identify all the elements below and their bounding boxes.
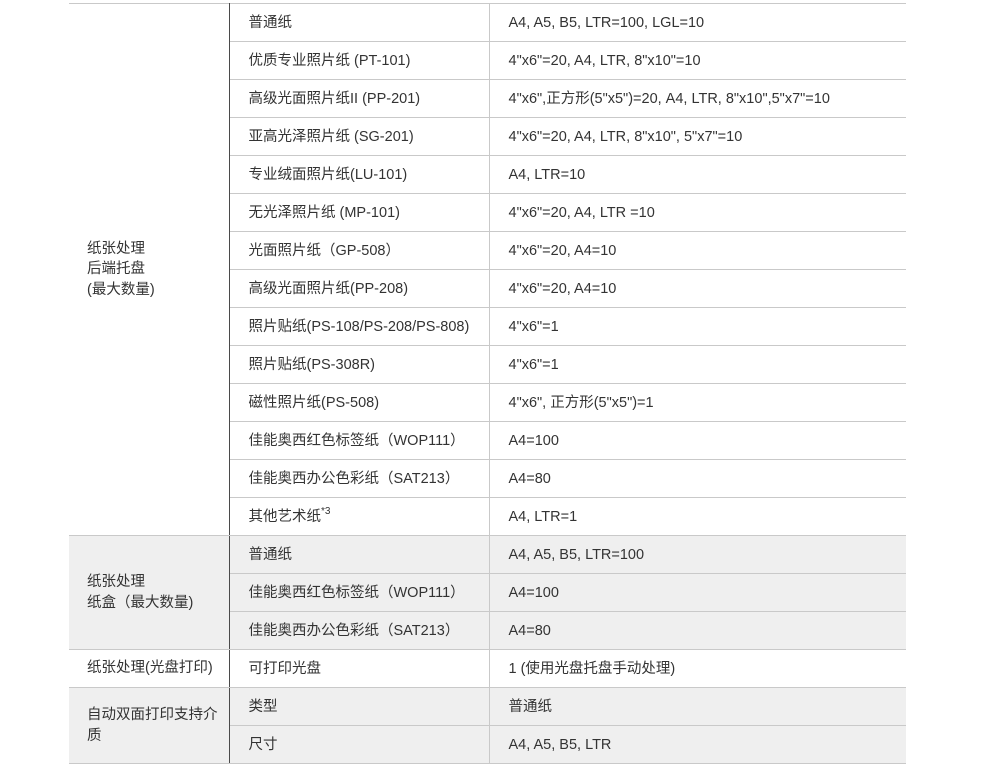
capacity-cell: 4"x6",正方形(5"x5")=20, A4, LTR, 8"x10",5"x… — [489, 79, 906, 118]
media-type-cell: 照片贴纸(PS-308R) — [229, 345, 490, 384]
media-type-cell: 可打印光盘 — [229, 649, 490, 688]
capacity-cell: A4=100 — [489, 573, 906, 612]
capacity-cell: A4=80 — [489, 459, 906, 498]
table-row: 纸张处理 后端托盘 (最大数量) 普通纸 A4, A5, B5, LTR=100… — [69, 3, 906, 536]
capacity-cell: 4"x6"=20, A4, LTR =10 — [489, 193, 906, 232]
table-row: 自动双面打印支持介 质 类型 普通纸 — [69, 687, 906, 764]
group-label-rear-tray: 纸张处理 后端托盘 (最大数量) — [69, 3, 230, 536]
media-type-cell: 高级光面照片纸II (PP-201) — [229, 79, 490, 118]
capacity-cell: 4"x6"=20, A4=10 — [489, 231, 906, 270]
capacity-cell: 4"x6"=1 — [489, 345, 906, 384]
media-type-cell: 普通纸 — [229, 535, 490, 574]
capacity-cell: A4=100 — [489, 421, 906, 460]
footnote-marker: *3 — [321, 505, 331, 517]
media-type-cell: 高级光面照片纸(PP-208) — [229, 269, 490, 308]
capacity-cell: 4"x6"=20, A4, LTR, 8"x10", 5"x7"=10 — [489, 117, 906, 156]
media-type-cell: 优质专业照片纸 (PT-101) — [229, 41, 490, 80]
capacity-cell: A4, A5, B5, LTR — [489, 725, 906, 764]
media-type-cell: 照片贴纸(PS-108/PS-208/PS-808) — [229, 307, 490, 346]
capacity-cell: 4"x6"=20, A4, LTR, 8"x10"=10 — [489, 41, 906, 80]
capacity-cell: A4, LTR=1 — [489, 497, 906, 536]
table-row: 纸张处理(光盘打印) 可打印光盘 1 (使用光盘托盘手动处理) — [69, 649, 906, 688]
media-type-cell: 类型 — [229, 687, 490, 726]
media-type-cell: 其他艺术纸*3 — [229, 497, 490, 536]
media-type-cell: 光面照片纸（GP-508） — [229, 231, 490, 270]
media-type-cell: 磁性照片纸(PS-508) — [229, 383, 490, 422]
media-type-cell: 尺寸 — [229, 725, 490, 764]
capacity-cell: A4, LTR=10 — [489, 155, 906, 194]
media-type-cell: 佳能奥西办公色彩纸（SAT213） — [229, 459, 490, 498]
capacity-cell: A4=80 — [489, 611, 906, 650]
capacity-cell: 4"x6"=20, A4=10 — [489, 269, 906, 308]
media-type-cell: 佳能奥西红色标签纸（WOP111） — [229, 573, 490, 612]
capacity-cell: A4, A5, B5, LTR=100, LGL=10 — [489, 3, 906, 42]
capacity-cell: 4"x6"=1 — [489, 307, 906, 346]
media-type-cell: 普通纸 — [229, 3, 490, 42]
media-type-cell: 专业绒面照片纸(LU-101) — [229, 155, 490, 194]
group-label-disc-print: 纸张处理(光盘打印) — [69, 649, 230, 688]
group-label-duplex-media: 自动双面打印支持介 质 — [69, 687, 230, 764]
media-type-cell: 佳能奥西红色标签纸（WOP111） — [229, 421, 490, 460]
capacity-cell: 4"x6", 正方形(5"x5")=1 — [489, 383, 906, 422]
capacity-cell: 1 (使用光盘托盘手动处理) — [489, 649, 906, 688]
media-type-cell: 佳能奥西办公色彩纸（SAT213） — [229, 611, 490, 650]
group-label-cassette: 纸张处理 纸盒（最大数量) — [69, 535, 230, 650]
spec-table: 纸张处理 后端托盘 (最大数量) 普通纸 A4, A5, B5, LTR=100… — [69, 3, 906, 764]
media-type-cell: 无光泽照片纸 (MP-101) — [229, 193, 490, 232]
capacity-cell: A4, A5, B5, LTR=100 — [489, 535, 906, 574]
media-type-cell: 亚高光泽照片纸 (SG-201) — [229, 117, 490, 156]
capacity-cell: 普通纸 — [489, 687, 906, 726]
table-row: 纸张处理 纸盒（最大数量) 普通纸 A4, A5, B5, LTR=100 — [69, 535, 906, 650]
